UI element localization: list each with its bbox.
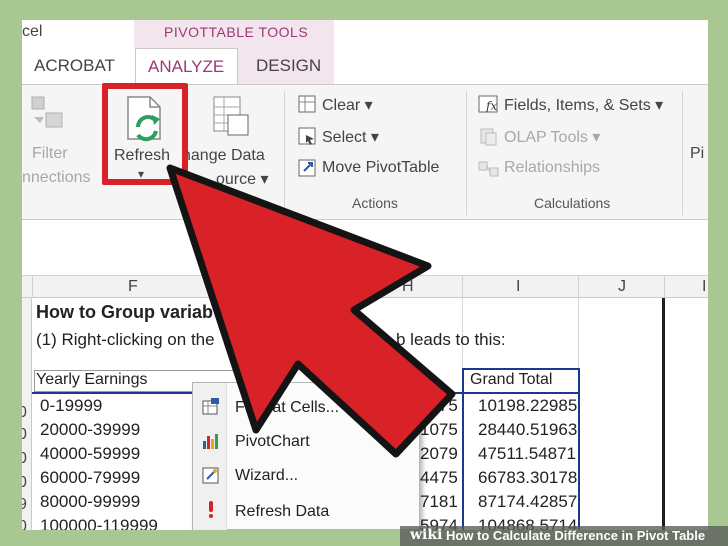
watermark-bar: wiki How to Calculate Difference in Pivo… bbox=[400, 526, 728, 546]
red-pointer-arrow-icon bbox=[166, 164, 456, 458]
watermark-brand: wiki bbox=[410, 527, 443, 543]
watermark-title: How to Calculate Difference in Pivot Tab… bbox=[446, 528, 706, 543]
